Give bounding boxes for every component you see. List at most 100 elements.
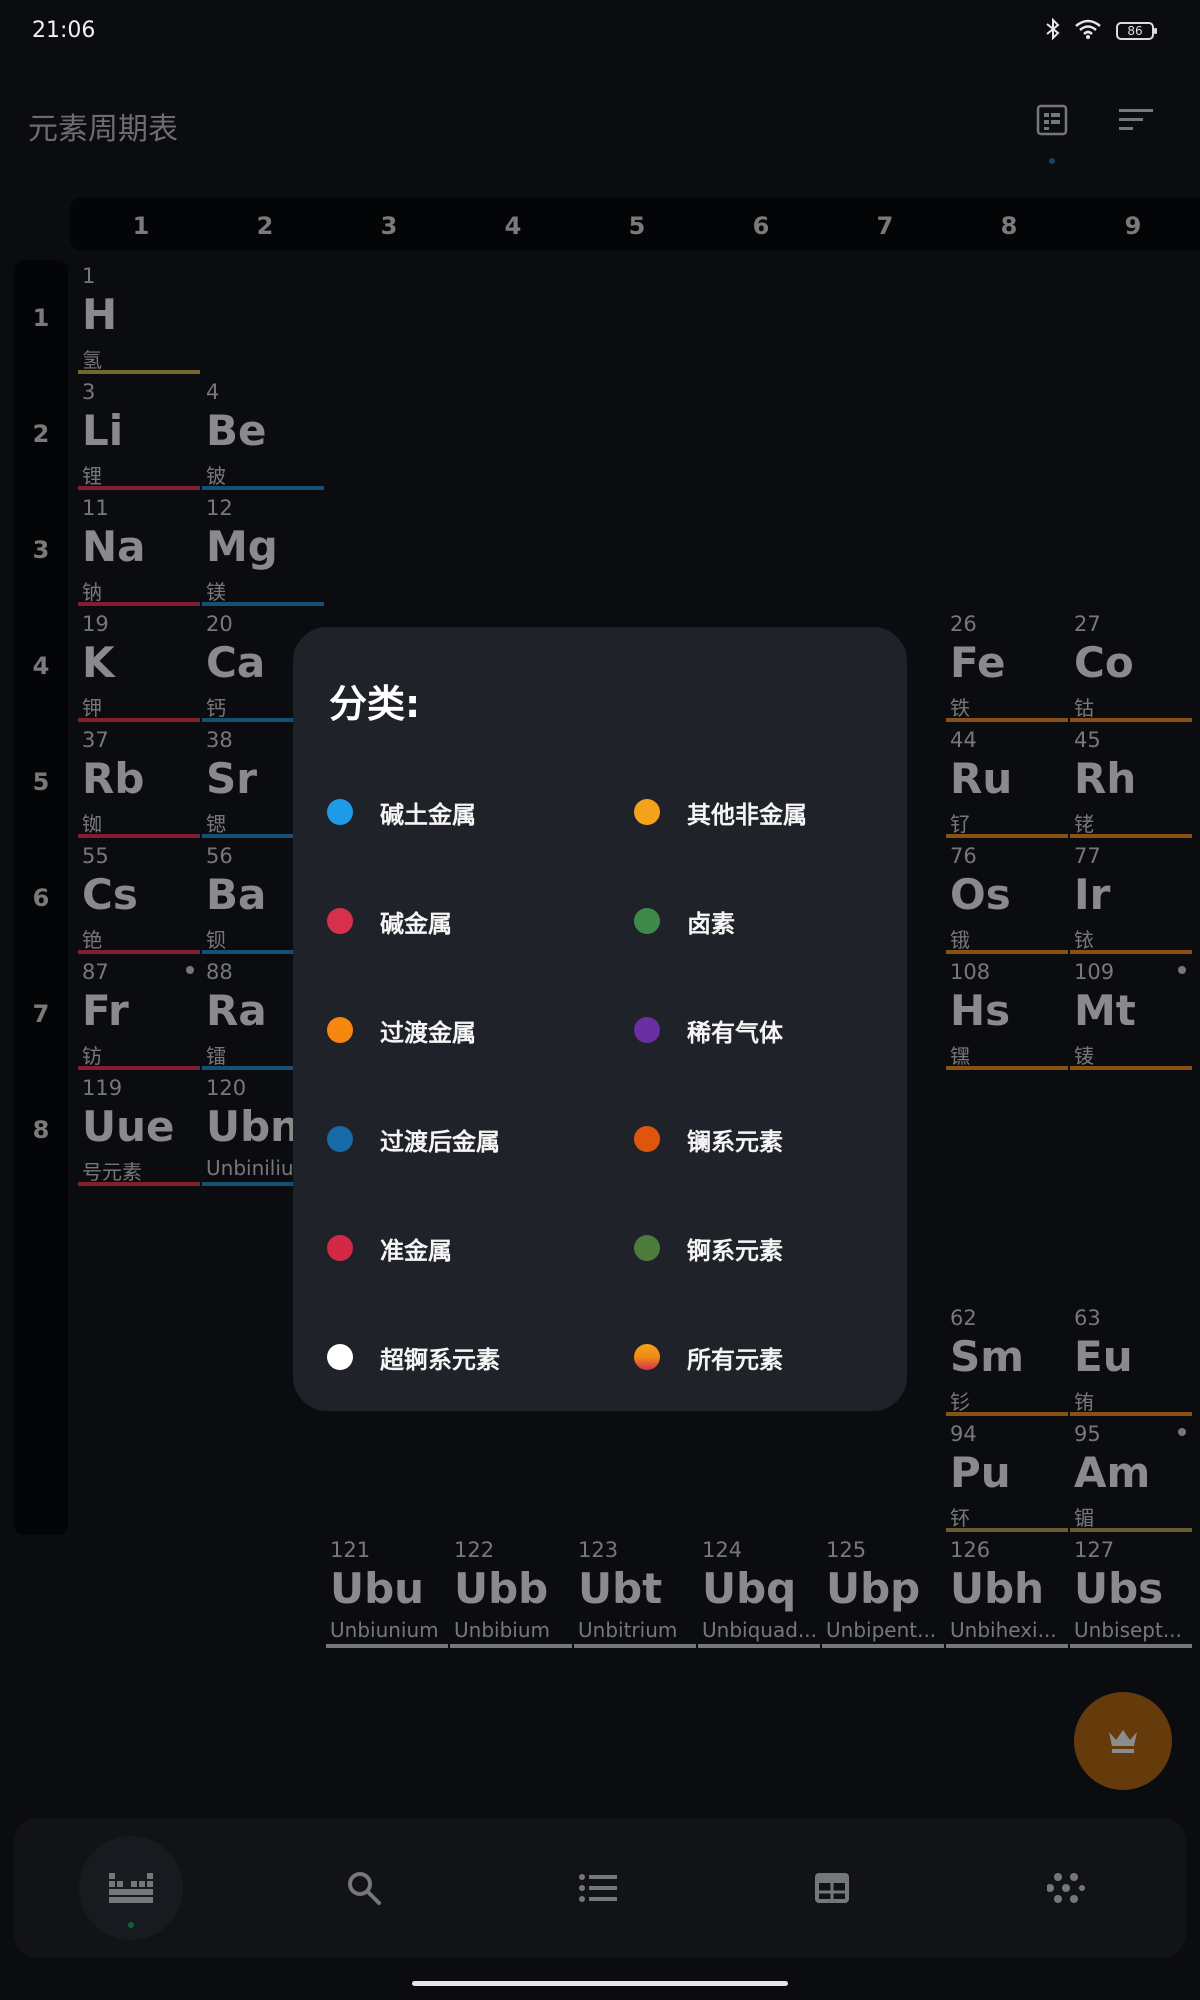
element-name: 钾 bbox=[82, 696, 102, 720]
category-color-dot bbox=[327, 799, 353, 825]
dialog-title: 分类: bbox=[329, 682, 421, 726]
page-title: 元素周期表 bbox=[28, 112, 178, 147]
element-cell[interactable]: 125 Ubp Unbipent... bbox=[822, 1538, 944, 1648]
element-name: Unbipent... bbox=[826, 1617, 937, 1642]
group-number: 8 bbox=[1000, 212, 1018, 240]
atomic-number: 62 bbox=[950, 1305, 977, 1330]
element-symbol: Rb bbox=[82, 754, 145, 803]
element-symbol: Ubt bbox=[578, 1563, 663, 1613]
home-indicator[interactable] bbox=[412, 1981, 788, 1986]
element-name: Unbitrium bbox=[578, 1617, 678, 1642]
element-cell[interactable]: 12 Mg 镁 bbox=[202, 496, 324, 606]
category-color-dot bbox=[634, 1126, 660, 1152]
category-label: 卤素 bbox=[687, 909, 735, 938]
element-cell[interactable]: 62 Sm 钐 bbox=[946, 1306, 1068, 1416]
element-cell[interactable]: 37 Rb 铷 bbox=[78, 728, 200, 838]
element-name: Unbisept... bbox=[1074, 1617, 1182, 1642]
element-name: 号元素 bbox=[82, 1160, 142, 1184]
category-option[interactable]: 锕系元素 bbox=[634, 1223, 783, 1273]
element-name: Unbiquad... bbox=[702, 1617, 817, 1642]
sort-button[interactable] bbox=[1112, 96, 1160, 144]
nav-more[interactable] bbox=[1014, 1836, 1118, 1940]
category-color-dot bbox=[634, 799, 660, 825]
atomic-number: 109 bbox=[1074, 960, 1115, 984]
group-number: 6 bbox=[752, 212, 770, 240]
element-cell[interactable]: 26 Fe 铁 bbox=[946, 612, 1068, 722]
element-cell[interactable]: 121 Ubu Unbiunium bbox=[326, 1538, 448, 1648]
category-option[interactable]: 准金属 bbox=[327, 1223, 452, 1273]
dots-grid-icon bbox=[1047, 1873, 1085, 1903]
period-number: 7 bbox=[32, 1000, 50, 1028]
element-cell[interactable]: 76 Os 锇 bbox=[946, 844, 1068, 954]
element-cell[interactable]: 124 Ubq Unbiquad... bbox=[698, 1538, 820, 1648]
element-cell[interactable]: 119 Uue 号元素 bbox=[78, 1076, 200, 1186]
category-option[interactable]: 卤素 bbox=[634, 896, 735, 946]
element-cell[interactable]: 44 Ru 钌 bbox=[946, 728, 1068, 838]
element-symbol: Co bbox=[1074, 638, 1134, 687]
period-number: 4 bbox=[32, 652, 50, 680]
category-option[interactable]: 过渡后金属 bbox=[327, 1114, 500, 1164]
atomic-number: 1 bbox=[82, 264, 96, 288]
element-symbol: Mg bbox=[206, 522, 278, 571]
premium-fab[interactable] bbox=[1074, 1692, 1172, 1790]
category-label: 镧系元素 bbox=[687, 1127, 783, 1156]
element-symbol: Ubn bbox=[206, 1102, 301, 1151]
element-symbol: Sm bbox=[950, 1331, 1025, 1381]
atomic-number: 45 bbox=[1074, 728, 1101, 752]
category-option[interactable]: 稀有气体 bbox=[634, 1005, 783, 1055]
element-cell[interactable]: 108 Hs 𬭶 bbox=[946, 960, 1068, 1070]
category-color-dot bbox=[327, 1235, 353, 1261]
category-option[interactable]: 碱金属 bbox=[327, 896, 452, 946]
layout-view-button[interactable] bbox=[1028, 96, 1076, 164]
element-cell[interactable]: 3 Li 锂 bbox=[78, 380, 200, 490]
element-cell[interactable]: 94 Pu 钚 bbox=[946, 1422, 1068, 1532]
element-symbol: Rh bbox=[1074, 754, 1137, 803]
element-cell[interactable]: 126 Ubh Unbihexi... bbox=[946, 1538, 1068, 1648]
atomic-number: 119 bbox=[82, 1076, 123, 1100]
category-option[interactable]: 碱土金属 bbox=[327, 787, 476, 837]
atomic-number: 3 bbox=[82, 380, 96, 404]
element-name: 铑 bbox=[1074, 812, 1094, 836]
element-symbol: Ubp bbox=[826, 1563, 921, 1613]
category-color-dot bbox=[634, 908, 660, 934]
atomic-number: 56 bbox=[206, 844, 233, 868]
search-icon bbox=[348, 1872, 381, 1905]
atomic-number: 125 bbox=[826, 1537, 867, 1562]
element-symbol: Li bbox=[82, 406, 124, 455]
atomic-number: 108 bbox=[950, 960, 991, 984]
atomic-number: 20 bbox=[206, 612, 233, 636]
element-cell[interactable]: 27 Co 钴 bbox=[1070, 612, 1192, 722]
element-cell[interactable]: 123 Ubt Unbitrium bbox=[574, 1538, 696, 1648]
crown-icon bbox=[1109, 1730, 1137, 1753]
element-cell[interactable]: 11 Na 钠 bbox=[78, 496, 200, 606]
element-cell[interactable]: 122 Ubb Unbibium bbox=[450, 1538, 572, 1648]
element-symbol: Na bbox=[82, 522, 146, 571]
element-symbol: H bbox=[82, 290, 118, 339]
element-cell[interactable]: 109 Mt 鿏 bbox=[1070, 960, 1192, 1070]
category-option[interactable]: 超锕系元素 bbox=[327, 1332, 500, 1382]
category-option[interactable]: 镧系元素 bbox=[634, 1114, 783, 1164]
element-cell[interactable]: 127 Ubs Unbisept... bbox=[1070, 1538, 1192, 1648]
element-symbol: Eu bbox=[1074, 1331, 1133, 1381]
category-option[interactable]: 过渡金属 bbox=[327, 1005, 476, 1055]
element-name: 钌 bbox=[950, 812, 970, 836]
nav-search[interactable] bbox=[312, 1836, 416, 1940]
nav-table[interactable] bbox=[780, 1836, 884, 1940]
category-label: 锕系元素 bbox=[687, 1236, 783, 1265]
nav-list[interactable] bbox=[546, 1836, 650, 1940]
category-option[interactable]: 所有元素 bbox=[634, 1332, 783, 1382]
category-option[interactable]: 其他非金属 bbox=[634, 787, 807, 837]
element-cell[interactable]: 19 K 钾 bbox=[78, 612, 200, 722]
element-cell[interactable]: 95 Am 镅 bbox=[1070, 1422, 1192, 1532]
element-cell[interactable]: 55 Cs 铯 bbox=[78, 844, 200, 954]
element-cell[interactable]: 4 Be 铍 bbox=[202, 380, 324, 490]
element-cell[interactable]: 77 Ir 铱 bbox=[1070, 844, 1192, 954]
element-cell[interactable]: 63 Eu 铕 bbox=[1070, 1306, 1192, 1416]
element-name: 钫 bbox=[82, 1044, 102, 1068]
element-cell[interactable]: 45 Rh 铑 bbox=[1070, 728, 1192, 838]
radioactive-marker bbox=[1178, 1427, 1186, 1436]
element-cell[interactable]: 1H氢 bbox=[78, 264, 200, 374]
periodic-table-icon bbox=[109, 1873, 153, 1903]
element-cell[interactable]: 87 Fr 钫 bbox=[78, 960, 200, 1070]
nav-periodic-table[interactable] bbox=[79, 1836, 183, 1940]
